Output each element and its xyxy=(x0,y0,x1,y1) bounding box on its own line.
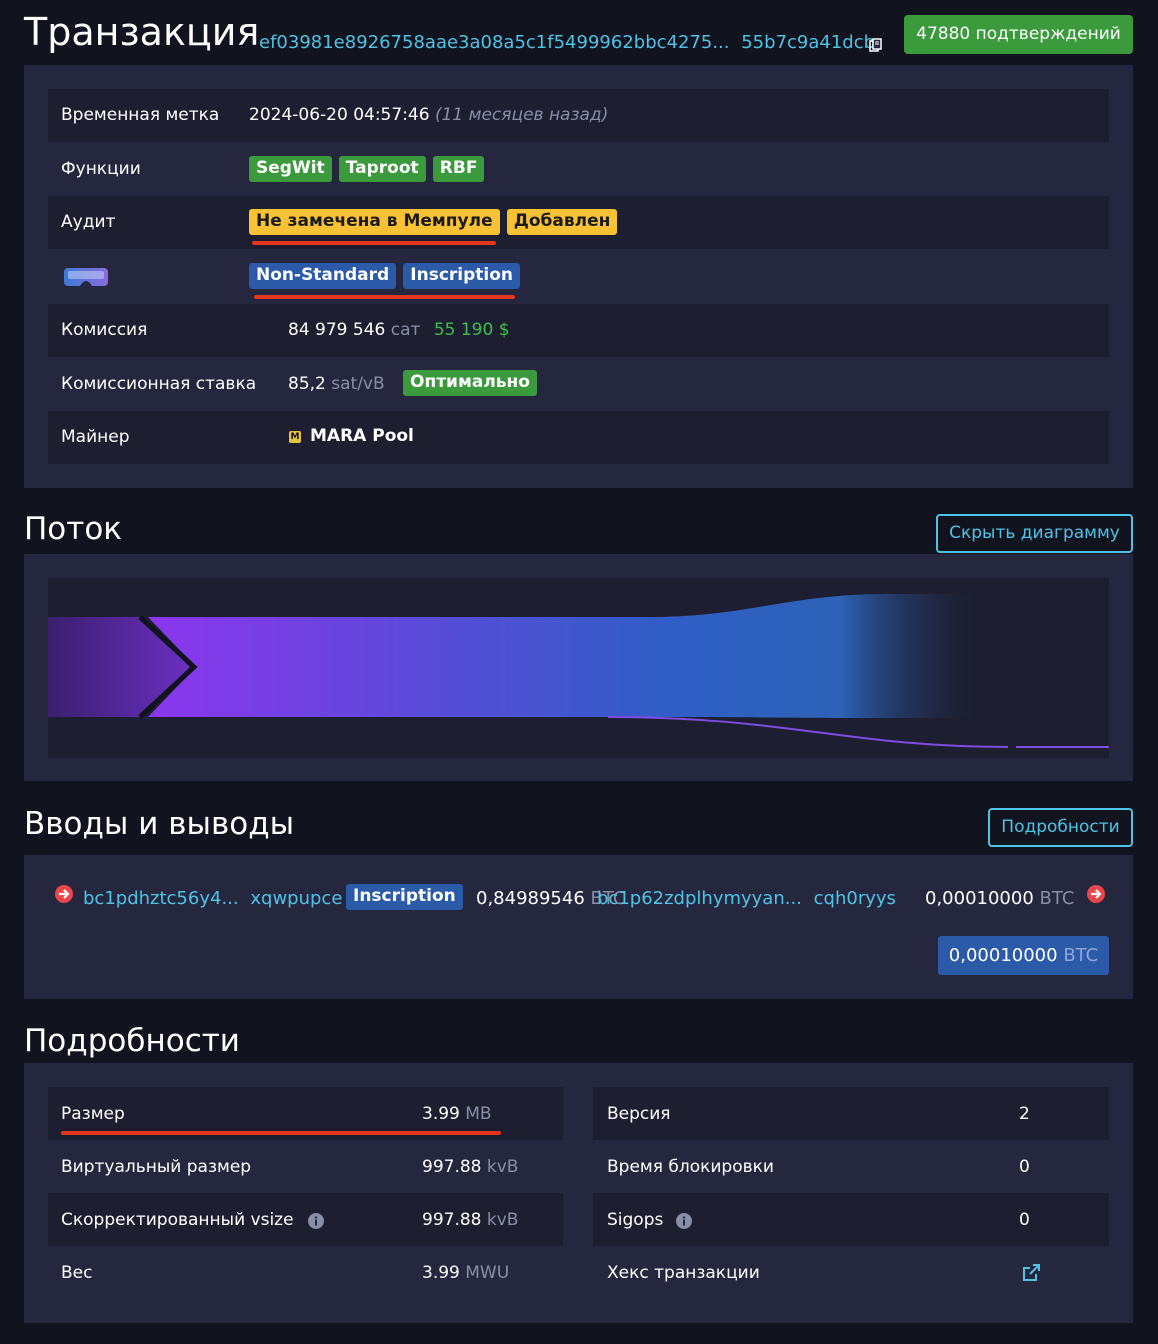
io-details-button[interactable]: Подробности xyxy=(988,808,1133,847)
locktime-label: Время блокировки xyxy=(607,1157,774,1177)
version-label: Версия xyxy=(607,1104,671,1124)
fee-label: Комиссия xyxy=(61,320,148,340)
size-unit: MB xyxy=(465,1104,492,1124)
audit-underline xyxy=(252,241,496,245)
vsize-number: 997.88 xyxy=(422,1157,482,1177)
flow-diagram xyxy=(48,578,1109,758)
vsize-label: Виртуальный размер xyxy=(61,1157,252,1177)
audit-badges: Не замечена в Мемпуле Добавлен xyxy=(249,209,618,235)
feerate-unit: sat/vB xyxy=(331,374,385,394)
txid-start[interactable]: ef03981e8926758aae3a08a5c1f5499962bbc427… xyxy=(259,32,730,53)
fee-unit: сат xyxy=(390,320,421,340)
txid-end[interactable]: 55b7c9a41dcb xyxy=(741,32,875,53)
tag-badges: Non-Standard Inscription xyxy=(249,263,521,289)
input-address-end[interactable]: xqwpupce xyxy=(250,888,342,909)
audit-badge-not-seen: Не замечена в Мемпуле xyxy=(249,209,500,235)
hide-diagram-button[interactable]: Скрыть диаграмму xyxy=(936,514,1133,553)
locktime-value: 0 xyxy=(1019,1157,1030,1177)
output-address-end[interactable]: cqh0ryys xyxy=(814,888,896,909)
input-amount-value: 0,84989546 xyxy=(476,888,585,909)
size-number: 3.99 xyxy=(422,1104,460,1124)
adjusted-vsize-unit: kvB xyxy=(486,1210,519,1230)
fee-value: 84 979 546 сат 55 190 $ xyxy=(288,320,510,340)
flow-output-line xyxy=(607,716,1109,748)
feature-badge-taproot[interactable]: Taproot xyxy=(338,156,426,182)
miner-row xyxy=(48,411,1109,464)
adjusted-vsize-value: 997.88 kvB xyxy=(422,1210,518,1230)
output-address-start[interactable]: bc1p62zdplhymyyan... xyxy=(597,888,802,909)
io-total-value: 0,00010000 xyxy=(948,945,1058,966)
io-total-unit: BTC xyxy=(1063,945,1099,966)
feature-badge-segwit[interactable]: SegWit xyxy=(249,156,332,182)
size-label: Размер xyxy=(61,1104,125,1124)
timestamp-date: 2024-06-20 04:57:46 xyxy=(249,105,430,125)
weight-unit: MWU xyxy=(465,1263,510,1283)
output-amount: 0,00010000 BTC xyxy=(925,888,1074,909)
size-underline xyxy=(61,1131,501,1135)
audit-label: Аудит xyxy=(61,212,116,232)
tx-hex-label: Хекс транзакции xyxy=(607,1263,760,1283)
features-label: Функции xyxy=(61,159,141,179)
feature-badge-rbf[interactable]: RBF xyxy=(432,156,485,182)
size-value: 3.99 MB xyxy=(422,1104,492,1124)
page-title: Транзакция xyxy=(24,10,260,54)
weight-number: 3.99 xyxy=(422,1263,460,1283)
accelerator-icon xyxy=(62,266,110,288)
version-value: 2 xyxy=(1019,1104,1030,1124)
output-amount-value: 0,00010000 xyxy=(925,888,1034,909)
output-amount-unit: BTC xyxy=(1039,888,1075,909)
adjusted-vsize-number: 997.88 xyxy=(422,1210,482,1230)
flow-title: Поток xyxy=(24,511,123,547)
feerate-badge-wrap: Оптимально xyxy=(403,370,537,396)
feerate-value: 85,2 sat/vB xyxy=(288,374,385,394)
tag-badge-inscription: Inscription xyxy=(403,263,521,289)
io-title: Вводы и выводы xyxy=(24,806,295,842)
input-tag-inscription: Inscription xyxy=(346,884,463,910)
sigops-label: Sigops xyxy=(607,1210,664,1230)
miner-logo-icon: M xyxy=(289,431,301,443)
fee-usd: 55 190 $ xyxy=(433,320,510,340)
details-title: Подробности xyxy=(24,1023,240,1059)
timestamp-value: 2024-06-20 04:57:46 (11 месяцев назад) xyxy=(249,105,608,125)
feerate-label: Комиссионная ставка xyxy=(61,374,257,394)
vsize-unit: kvB xyxy=(486,1157,519,1177)
audit-badge-added: Добавлен xyxy=(506,209,618,235)
sigops-info-icon[interactable] xyxy=(675,1212,693,1230)
flow-main-band xyxy=(148,594,1109,718)
miner-value[interactable]: MARA Pool xyxy=(310,426,414,446)
output-arrow-right-circle-icon[interactable] xyxy=(1086,884,1106,904)
output-address[interactable]: bc1p62zdplhymyyan... cqh0ryys xyxy=(597,888,896,909)
weight-value: 3.99 MWU xyxy=(422,1263,509,1283)
tags-underline xyxy=(254,295,515,299)
weight-label: Вес xyxy=(61,1263,93,1283)
feerate-badge: Оптимально xyxy=(403,370,537,396)
input-tag-wrap: Inscription xyxy=(346,884,463,910)
adjusted-vsize-info-icon[interactable] xyxy=(307,1212,325,1230)
copy-icon[interactable] xyxy=(869,37,883,52)
external-link-icon[interactable] xyxy=(1021,1263,1041,1283)
io-panel xyxy=(24,855,1133,999)
timestamp-label: Временная метка xyxy=(61,105,220,125)
confirmations-badge: 47880 подтверждений xyxy=(904,15,1133,54)
sigops-value: 0 xyxy=(1019,1210,1030,1230)
input-address-start[interactable]: bc1pdhztc56y4... xyxy=(83,888,239,909)
fee-amount: 84 979 546 xyxy=(288,320,386,340)
features-badges: SegWit Taproot RBF xyxy=(249,156,485,182)
feerate-amount: 85,2 xyxy=(288,374,326,394)
input-address[interactable]: bc1pdhztc56y4... xqwpupce xyxy=(83,888,342,909)
input-arrow-right-circle-icon[interactable] xyxy=(54,884,74,904)
tag-badge-non-standard: Non-Standard xyxy=(249,263,397,289)
adjusted-vsize-label: Скорректированный vsize xyxy=(61,1210,294,1230)
vsize-value: 997.88 kvB xyxy=(422,1157,518,1177)
sigops-row xyxy=(593,1193,1109,1246)
txid-link[interactable]: ef03981e8926758aae3a08a5c1f5499962bbc427… xyxy=(259,32,875,53)
fee-row xyxy=(48,304,1109,357)
io-total-badge: 0,00010000 BTC xyxy=(938,936,1109,975)
miner-label: Майнер xyxy=(61,427,130,447)
timestamp-relative: (11 месяцев назад) xyxy=(434,105,609,125)
